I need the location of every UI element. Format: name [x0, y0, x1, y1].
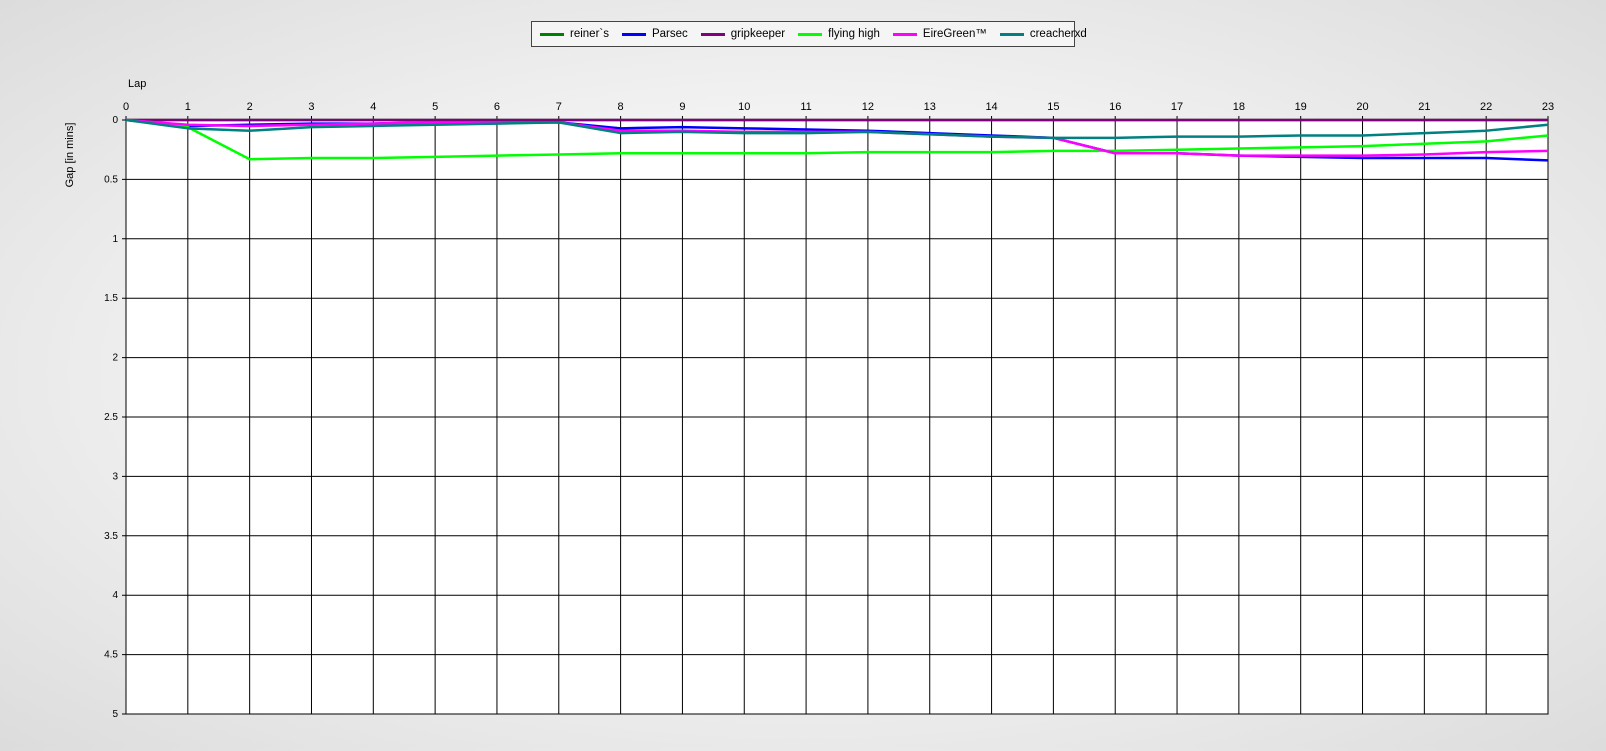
y-tick-label: 0: [112, 115, 118, 126]
x-tick-label: 10: [738, 101, 750, 113]
legend-item: reiner`s: [540, 28, 609, 40]
legend-label: reiner`s: [570, 28, 609, 40]
x-tick-label: 23: [1542, 101, 1554, 113]
legend: reiner`s Parsec gripkeeper flying high EireG…: [531, 21, 1087, 47]
y-tick-label: 1.5: [104, 293, 118, 304]
x-tick-label: 12: [862, 101, 874, 113]
x-tick-label: 21: [1418, 101, 1430, 113]
x-tick-label: 22: [1480, 101, 1492, 113]
legend-item: flying high: [798, 28, 880, 40]
legend-label: Parsec: [651, 28, 688, 40]
x-tick-label: 16: [1109, 101, 1121, 113]
x-tick-label: 17: [1171, 101, 1183, 113]
y-tick-label: 0.5: [104, 174, 118, 185]
chart-area: reiner`s Parsec gripkeeper flying high EireG…: [0, 0, 1606, 746]
x-tick-label: 15: [1047, 101, 1059, 113]
legend-swatch: [700, 32, 725, 36]
x-tick-label: 11: [800, 101, 811, 113]
x-tick-label: 13: [924, 101, 936, 113]
legend-label: gripkeeper: [730, 28, 786, 40]
y-tick-label: 1: [112, 234, 118, 245]
legend-item: creacherxd: [999, 28, 1087, 40]
legend-label: flying high: [828, 28, 880, 40]
y-tick-label: 2.5: [104, 412, 118, 423]
legend-item: gripkeeper: [700, 28, 786, 40]
x-axis-title: Lap: [128, 78, 146, 90]
x-tick-label: 20: [1356, 101, 1368, 113]
x-tick-label: 4: [370, 101, 376, 113]
x-tick-label: 3: [308, 101, 314, 113]
x-tick-label: 7: [556, 101, 562, 113]
legend-swatch: [540, 32, 564, 36]
legend-swatch: [892, 32, 917, 36]
legend-swatch: [621, 32, 646, 36]
x-tick-label: 5: [432, 101, 438, 113]
legend-item: Parsec: [621, 28, 688, 40]
x-tick-label: 18: [1233, 101, 1245, 113]
legend-label: EireGreen™: [922, 28, 987, 40]
x-tick-label: 1: [185, 101, 191, 113]
y-tick-label: 4.5: [104, 650, 118, 661]
x-tick-label: 2: [247, 101, 253, 113]
y-tick-label: 3.5: [104, 531, 118, 542]
y-tick-label: 5: [112, 709, 118, 720]
y-tick-label: 4: [112, 590, 118, 601]
legend-swatch: [999, 32, 1024, 36]
x-tick-label: 19: [1295, 101, 1307, 113]
y-tick-label: 2: [112, 353, 118, 364]
x-tick-label: 9: [679, 101, 685, 113]
x-tick-label: 8: [618, 101, 624, 113]
x-tick-label: 6: [494, 101, 500, 113]
legend-item: EireGreen™: [892, 28, 987, 40]
line-chart: 00.511.522.533.544.550 1 2 3 4 5 6 7 8 9 10 11 12 13 1…: [64, 78, 1554, 720]
legend-swatch: [798, 32, 823, 36]
legend-label: creacherxd: [1029, 28, 1087, 40]
x-tick-label: 0: [123, 101, 129, 113]
y-tick-label: 3: [112, 471, 118, 482]
x-tick-label: 14: [985, 101, 997, 113]
y-axis-title: Gap [in mins]: [64, 123, 76, 188]
